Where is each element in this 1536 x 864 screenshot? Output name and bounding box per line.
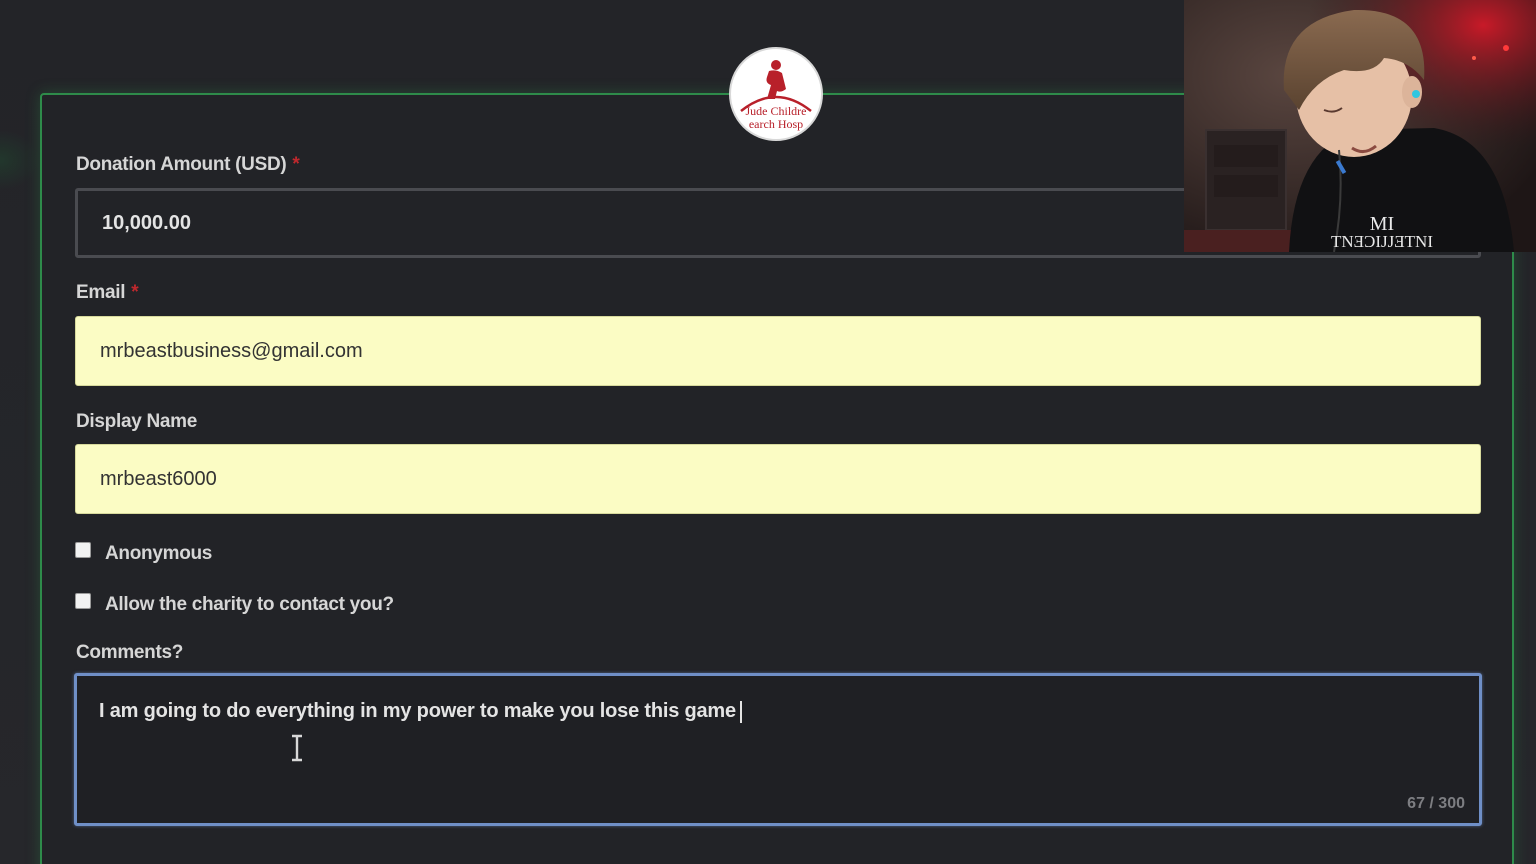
webcam-feed-graphic: MI TNƎƆIJJƎTNI bbox=[1184, 0, 1536, 252]
donation-amount-label-text: Donation Amount (USD) bbox=[76, 154, 287, 175]
email-label-text: Email bbox=[76, 282, 126, 303]
anonymous-option[interactable]: Anonymous bbox=[75, 542, 213, 565]
anonymous-checkbox[interactable] bbox=[75, 542, 91, 558]
allow-contact-option[interactable]: Allow the charity to contact you? bbox=[75, 593, 394, 616]
comments-text-wrapper: I am going to do everything in my power … bbox=[99, 700, 742, 723]
donation-amount-value: 10,000.00 bbox=[102, 211, 191, 234]
comments-label-text: Comments? bbox=[76, 642, 184, 663]
charity-logo-text-2: earch Hosp bbox=[749, 117, 803, 131]
text-caret bbox=[739, 700, 742, 723]
webcam-overlay: MI TNƎƆIJJƎTNI bbox=[1184, 0, 1536, 252]
charity-logo-text-1: Jude Childre bbox=[746, 104, 807, 118]
email-label: Email * bbox=[76, 282, 139, 304]
shirt-text-2: TNƎƆIJJƎTNI bbox=[1331, 232, 1433, 251]
email-value: mrbeastbusiness@gmail.com bbox=[100, 339, 363, 362]
charity-logo: Jude Childre earch Hosp bbox=[729, 47, 823, 141]
ibeam-cursor-icon bbox=[292, 734, 302, 762]
charity-logo-graphic: Jude Childre earch Hosp bbox=[732, 50, 820, 138]
display-name-label-text: Display Name bbox=[76, 411, 198, 432]
display-name-input[interactable]: mrbeast6000 bbox=[75, 444, 1481, 514]
anonymous-label: Anonymous bbox=[105, 543, 213, 564]
required-asterisk: * bbox=[292, 154, 300, 175]
display-name-value: mrbeast6000 bbox=[100, 467, 217, 490]
comments-char-count: 67 / 300 bbox=[1407, 795, 1465, 812]
required-asterisk: * bbox=[131, 282, 139, 303]
email-input[interactable]: mrbeastbusiness@gmail.com bbox=[75, 316, 1481, 386]
left-glow-decoration bbox=[0, 130, 40, 190]
comments-value: I am going to do everything in my power … bbox=[99, 700, 736, 722]
allow-contact-label: Allow the charity to contact you? bbox=[105, 594, 394, 615]
display-name-label: Display Name bbox=[76, 411, 197, 433]
comments-label: Comments? bbox=[76, 642, 183, 664]
donation-amount-label: Donation Amount (USD) * bbox=[76, 154, 300, 176]
donation-page: Jude Childre earch Hosp Donation Amount … bbox=[0, 0, 1536, 864]
comments-textarea[interactable]: I am going to do everything in my power … bbox=[74, 673, 1482, 826]
allow-contact-checkbox[interactable] bbox=[75, 593, 91, 609]
